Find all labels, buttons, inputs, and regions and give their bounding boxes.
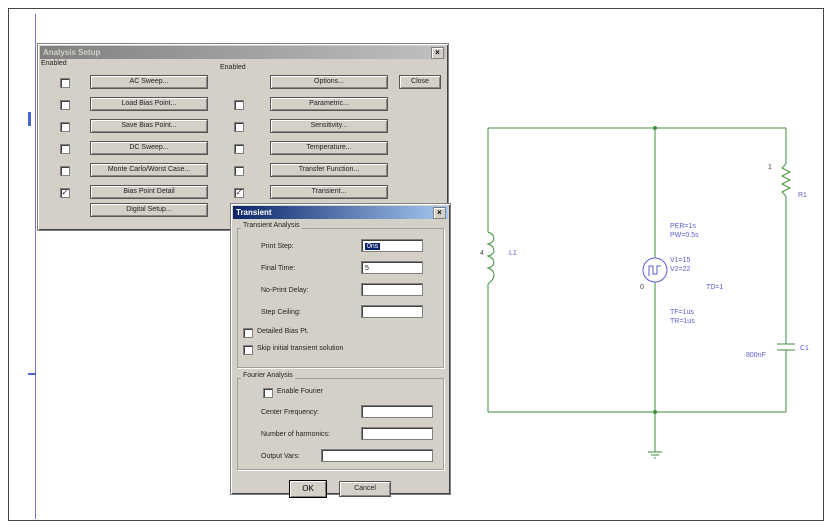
enabled-header: Enabled — [220, 64, 246, 71]
c1-value: 800nF — [746, 352, 766, 359]
r1-name: R1 — [798, 192, 807, 199]
step-ceiling-label: Step Ceiling: — [261, 309, 301, 316]
options-button[interactable]: Options... — [270, 75, 388, 89]
group-label: Fourier Analysis — [241, 372, 295, 379]
capacitor-c1 — [777, 343, 795, 362]
c1-name: C1 — [800, 345, 809, 352]
skip-initial-label: Skip initial transient solution — [257, 345, 344, 352]
bias-point-detail-button[interactable]: Bias Point Detail — [90, 185, 208, 199]
step-ceiling-input[interactable] — [361, 305, 423, 318]
source-attr: PER=1s — [670, 223, 696, 230]
ground-symbol — [648, 451, 662, 459]
ac-sweep-checkbox[interactable] — [60, 78, 70, 88]
transfer-function-checkbox[interactable] — [234, 166, 244, 176]
transient-titlebar[interactable]: Transient × — [233, 206, 448, 219]
no-print-delay-input[interactable] — [361, 283, 423, 296]
parametric-button[interactable]: Parametric... — [270, 97, 388, 111]
transient-button[interactable]: Transient... — [270, 185, 388, 199]
detailed-bias-checkbox[interactable] — [243, 328, 253, 338]
source-attr: TR=1us — [670, 318, 695, 325]
monte-carlo-button[interactable]: Monte Carlo/Worst Case... — [90, 163, 208, 177]
output-vars-label: Output Vars: — [261, 453, 300, 460]
cancel-button[interactable]: Cancel — [339, 481, 391, 497]
sensitivity-button[interactable]: Sensitivity... — [270, 119, 388, 133]
monte-carlo-checkbox[interactable] — [60, 166, 70, 176]
transient-checkbox[interactable]: ✓ — [234, 188, 244, 198]
source-attr: PW=0.5s — [670, 232, 699, 239]
center-frequency-label: Center Frequency: — [261, 409, 319, 416]
source-node: 0 — [640, 284, 644, 291]
dc-sweep-checkbox[interactable] — [60, 144, 70, 154]
l1-name: L1 — [509, 250, 517, 257]
sensitivity-checkbox[interactable] — [234, 122, 244, 132]
dialog-title: Transient — [236, 208, 272, 217]
no-print-delay-label: No-Print Delay: — [261, 287, 309, 294]
group-label: Transient Analysis — [241, 222, 302, 229]
resistor-r1 — [780, 163, 792, 197]
parametric-checkbox[interactable] — [234, 100, 244, 110]
skip-initial-checkbox[interactable] — [243, 345, 253, 355]
transfer-function-button[interactable]: Transfer Function... — [270, 163, 388, 177]
source-attr: V1=15 — [670, 257, 691, 264]
close-icon[interactable]: × — [431, 47, 444, 59]
dc-sweep-button[interactable]: DC Sweep... — [90, 141, 208, 155]
ac-sweep-button[interactable]: AC Sweep... — [90, 75, 208, 89]
temperature-checkbox[interactable] — [234, 144, 244, 154]
close-button[interactable]: Close — [399, 75, 441, 89]
output-vars-input[interactable] — [321, 449, 433, 462]
pulse-source-v — [642, 257, 668, 283]
enable-fourier-checkbox[interactable] — [263, 388, 273, 398]
source-attr: TD=1 — [706, 284, 724, 291]
harmonics-label: Number of harmonics: — [261, 431, 330, 438]
source-attr: TF=1us — [670, 309, 694, 316]
enable-fourier-label: Enable Fourier — [277, 388, 323, 395]
detailed-bias-label: Detailed Bias Pt. — [257, 328, 309, 335]
ok-button[interactable]: OK — [289, 480, 327, 498]
bias-point-detail-checkbox[interactable]: ✓ — [60, 188, 70, 198]
center-frequency-input[interactable] — [361, 405, 433, 418]
inductor-l1 — [486, 231, 495, 285]
digital-setup-button[interactable]: Digital Setup... — [90, 203, 208, 217]
final-time-label: Final Time: — [261, 265, 296, 272]
print-step-input[interactable]: 0ns — [361, 239, 423, 252]
source-attr: V2=22 — [670, 266, 691, 273]
print-step-label: Print Step: — [261, 243, 294, 250]
enabled-header: Enabled — [41, 60, 67, 67]
dialog-title: Analysis Setup — [43, 48, 101, 57]
save-bias-point-button[interactable]: Save Bias Point... — [90, 119, 208, 133]
r1-value: 1 — [768, 164, 772, 171]
load-bias-point-button[interactable]: Load Bias Point... — [90, 97, 208, 111]
transient-dialog: Transient × Transient Analysis Print Ste… — [230, 203, 451, 498]
l1-value: 4 — [480, 250, 484, 257]
save-bias-checkbox[interactable] — [60, 122, 70, 132]
analysis-setup-titlebar[interactable]: Analysis Setup × — [40, 46, 446, 59]
harmonics-input[interactable] — [361, 427, 433, 440]
temperature-button[interactable]: Temperature... — [270, 141, 388, 155]
load-bias-checkbox[interactable] — [60, 100, 70, 110]
final-time-input[interactable]: 5 — [361, 261, 423, 274]
close-icon[interactable]: × — [433, 207, 446, 219]
